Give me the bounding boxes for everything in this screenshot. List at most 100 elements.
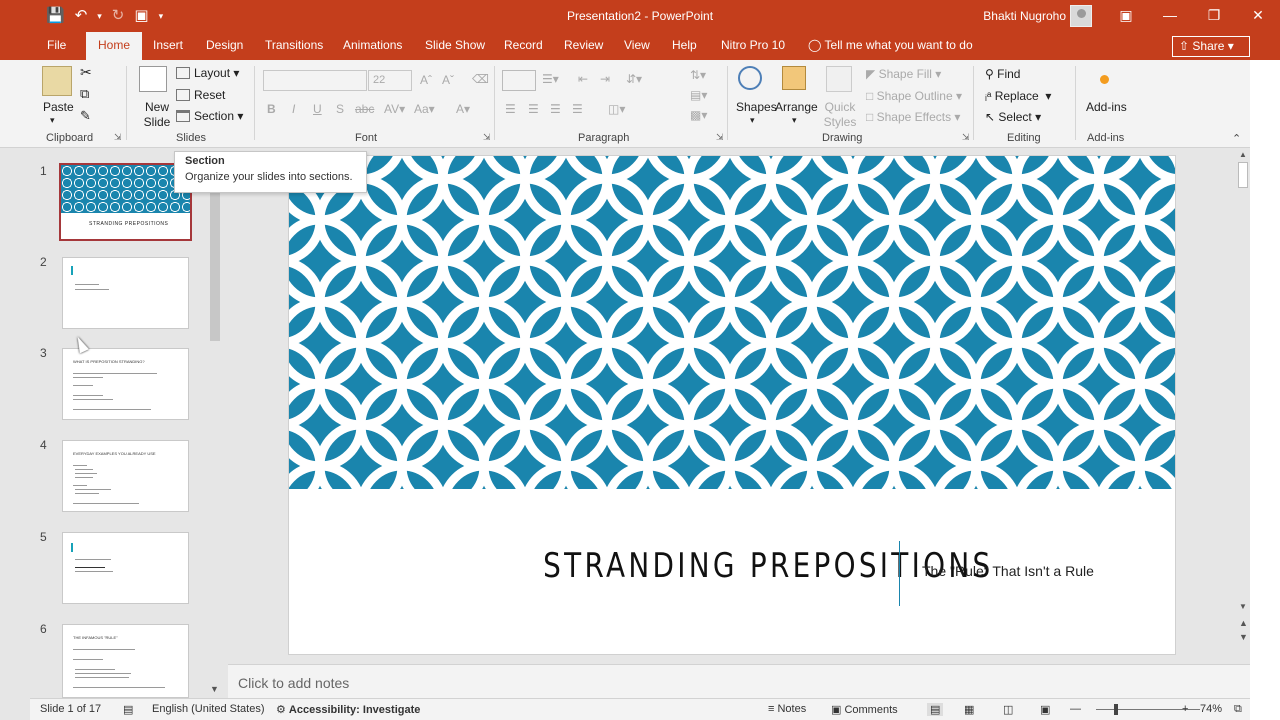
tab-review[interactable]: Review (564, 38, 603, 52)
accessibility-button[interactable]: ⚙ Accessibility: Investigate (276, 703, 420, 716)
shapes-icon[interactable] (738, 66, 762, 90)
columns-icon[interactable]: ◫▾ (608, 102, 625, 116)
section-button[interactable]: Section ▾ (176, 109, 243, 123)
text-direction-icon[interactable]: ⇅▾ (690, 68, 706, 82)
tab-design[interactable]: Design (206, 38, 243, 52)
slide-thumbnail-1[interactable]: STRANDING PREPOSITIONS (59, 163, 192, 241)
line-spacing-icon[interactable]: ⇵▾ (626, 72, 642, 86)
tab-transitions[interactable]: Transitions (265, 38, 323, 52)
paste-button[interactable]: Paste (43, 100, 74, 114)
tab-slide-show[interactable]: Slide Show (425, 38, 485, 52)
align-text-icon[interactable]: ▤▾ (690, 88, 707, 102)
editor-scrollbar[interactable]: ▲ ▼ ▲ ▼ (1236, 148, 1250, 664)
avatar[interactable] (1070, 5, 1092, 27)
new-slide-button[interactable]: New Slide (142, 100, 172, 130)
zoom-in-icon[interactable]: + (1182, 703, 1188, 715)
align-right-icon[interactable]: ☰ (550, 102, 561, 116)
minimize-icon[interactable]: — (1148, 0, 1192, 32)
reset-button[interactable]: Reset (176, 88, 225, 102)
slide-subtitle[interactable]: The "Rule" That Isn't a Rule (922, 563, 1094, 579)
change-case-icon[interactable]: Aa▾ (414, 102, 435, 116)
scroll-down-icon[interactable]: ▼ (1239, 602, 1247, 611)
tab-help[interactable]: Help (672, 38, 697, 52)
arrange-button[interactable]: Arrange (775, 100, 818, 114)
decrease-font-icon[interactable]: Aˇ (442, 73, 454, 87)
scroll-up-icon[interactable]: ▲ (1239, 150, 1247, 159)
zoom-out-icon[interactable]: — (1070, 703, 1081, 715)
slide-thumbnail-2[interactable] (62, 257, 189, 329)
add-ins-icon[interactable] (1100, 75, 1109, 84)
slide-sorter-icon[interactable]: ▦ (964, 703, 974, 716)
underline-icon[interactable]: U (313, 102, 322, 116)
font-launcher-icon[interactable]: ⇲ (483, 132, 491, 143)
new-slide-icon[interactable] (139, 66, 167, 92)
reading-view-icon[interactable]: ◫ (1003, 703, 1013, 716)
tell-me-search[interactable]: ◯ Tell me what you want to do (808, 38, 973, 52)
shadow-icon[interactable]: S (336, 102, 344, 116)
slide-thumbnail-3[interactable]: WHAT IS PREPOSITION STRANDING? (62, 348, 189, 420)
convert-smartart-icon[interactable]: ▩▾ (690, 108, 707, 122)
slide-thumbnail-6[interactable]: THE INFAMOUS "RULE" (62, 624, 189, 698)
maximize-icon[interactable]: ❐ (1192, 0, 1236, 32)
numbering-icon[interactable]: ☰▾ (542, 72, 559, 86)
tab-view[interactable]: View (624, 38, 650, 52)
shape-fill-button[interactable]: ◤ Shape Fill ▾ (866, 67, 941, 81)
fit-to-window-icon[interactable]: ⧉ (1234, 703, 1242, 716)
notes-pane[interactable]: Click to add notes (228, 664, 1250, 698)
replace-button[interactable]: ᵢᵃ Replace ▾ (985, 89, 1051, 103)
bullets-icon[interactable] (502, 70, 536, 91)
decrease-indent-icon[interactable]: ⇤ (578, 72, 588, 86)
select-button[interactable]: ↖ Select ▾ (985, 110, 1041, 124)
layout-button[interactable]: Layout ▾ (176, 66, 239, 80)
tab-home[interactable]: Home (86, 32, 143, 60)
share-button[interactable]: ⇧ Share ▾ (1172, 36, 1250, 57)
increase-font-icon[interactable]: Aˆ (420, 73, 432, 87)
slide-thumbnail-4[interactable]: EVERYDAY EXAMPLES YOU ALREADY USE (62, 440, 189, 512)
slide-title[interactable]: STRANDING PREPOSITIONS (543, 546, 990, 586)
tab-nitro-pro[interactable]: Nitro Pro 10 (721, 38, 785, 52)
language-indicator[interactable]: English (United States) (152, 703, 265, 715)
align-center-icon[interactable]: ☰ (528, 102, 539, 116)
spell-check-icon[interactable]: ▤ (123, 703, 133, 716)
clipboard-launcher-icon[interactable]: ⇲ (114, 132, 122, 143)
thumbnails-scroll-thumb[interactable] (210, 178, 220, 341)
quick-styles-button[interactable]: Quick Styles (822, 100, 858, 130)
tab-animations[interactable]: Animations (343, 38, 402, 52)
quick-styles-icon[interactable] (826, 66, 852, 92)
shapes-dropdown-icon[interactable]: ▾ (750, 115, 755, 126)
user-name[interactable]: Bhakti Nugroho (983, 9, 1066, 23)
comments-button[interactable]: ▣ Comments (831, 703, 898, 716)
find-button[interactable]: ⚲ Find (985, 67, 1020, 81)
font-color-icon[interactable]: A▾ (456, 102, 470, 116)
paste-dropdown-icon[interactable]: ▾ (50, 115, 55, 126)
increase-indent-icon[interactable]: ⇥ (600, 72, 610, 86)
tab-insert[interactable]: Insert (153, 38, 183, 52)
zoom-level[interactable]: 74% (1200, 703, 1222, 715)
strikethrough-icon[interactable]: abc (355, 102, 374, 116)
paste-icon[interactable] (42, 66, 72, 96)
close-icon[interactable]: ✕ (1236, 0, 1280, 32)
add-ins-button[interactable]: Add-ins (1086, 100, 1127, 114)
next-slide-icon[interactable]: ▼ (1239, 632, 1248, 642)
font-name-input[interactable] (263, 70, 367, 91)
arrange-dropdown-icon[interactable]: ▾ (792, 115, 797, 126)
drawing-launcher-icon[interactable]: ⇲ (962, 132, 970, 143)
ribbon-display-options-icon[interactable]: ▣ (1104, 0, 1148, 32)
character-spacing-icon[interactable]: AV▾ (384, 102, 405, 116)
font-size-input[interactable]: 22 (368, 70, 412, 91)
tab-record[interactable]: Record (504, 38, 543, 52)
copy-icon[interactable]: ⧉ (80, 86, 89, 102)
slide-thumbnail-5[interactable] (62, 532, 189, 604)
bold-icon[interactable]: B (267, 102, 276, 116)
editor-scroll-thumb[interactable] (1238, 162, 1248, 188)
current-slide[interactable]: STRANDING PREPOSITIONS The "Rule" That I… (288, 155, 1176, 655)
zoom-slider-handle[interactable] (1114, 704, 1118, 715)
arrange-icon[interactable] (782, 66, 806, 90)
scroll-down-icon[interactable]: ▼ (210, 684, 219, 694)
previous-slide-icon[interactable]: ▲ (1239, 618, 1248, 628)
cut-icon[interactable]: ✂ (80, 64, 92, 81)
italic-icon[interactable]: I (292, 102, 295, 116)
format-painter-icon[interactable]: ✎ (80, 108, 91, 124)
shape-outline-button[interactable]: □ Shape Outline ▾ (866, 89, 962, 103)
justify-icon[interactable]: ☰ (572, 102, 583, 116)
